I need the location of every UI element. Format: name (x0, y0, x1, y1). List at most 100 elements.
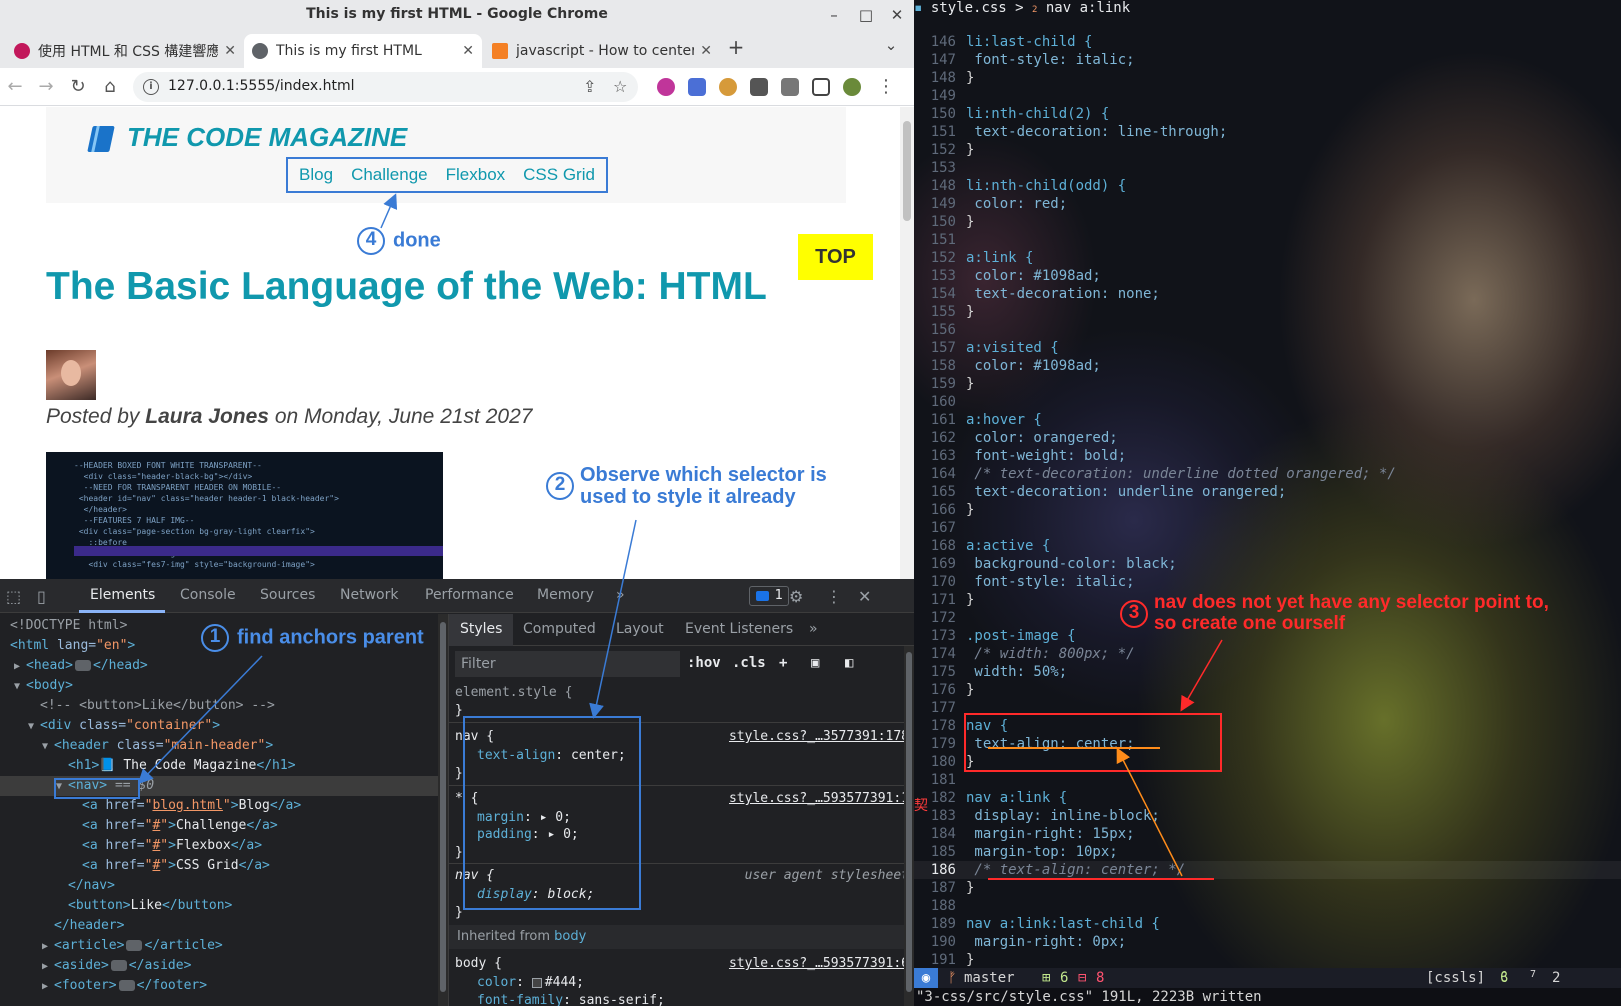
code-line[interactable]: 188 (914, 897, 1621, 915)
styles-filter-input[interactable]: Filter (455, 651, 680, 677)
dom-anchor[interactable]: <a href="#">Challenge</a> (0, 816, 446, 836)
code-line[interactable]: 187} (914, 879, 1621, 897)
dom-anchor[interactable]: <a href="blog.html">Blog</a> (0, 796, 446, 816)
git-branch[interactable]: master (964, 968, 1015, 988)
element-style-rule[interactable]: element.style { (449, 684, 914, 702)
code-line[interactable]: 152} (914, 141, 1621, 159)
code-line[interactable]: 160 (914, 393, 1621, 411)
dom-container[interactable]: ▼ <div class="container"> (0, 716, 446, 736)
tab-stackoverflow[interactable]: javascript - How to center ✕ (484, 34, 720, 68)
code-line[interactable]: 153 (914, 159, 1621, 177)
code-line[interactable]: 155} (914, 303, 1621, 321)
tab-search-icon[interactable]: ⌄ (880, 34, 902, 56)
code-line[interactable]: 175 width: 50%; (914, 663, 1621, 681)
code-line[interactable]: 168 a:active { (914, 537, 1621, 555)
color-swatch[interactable] (531, 977, 542, 988)
rule-source-link[interactable]: style.css?_…593577391:1 (729, 790, 909, 808)
close-window-button[interactable]: ✕ (886, 4, 908, 26)
code-line[interactable]: 152 a:link { (914, 249, 1621, 267)
scrollbar-thumb[interactable] (440, 622, 446, 992)
code-line[interactable]: 182 nav a:link { (914, 789, 1621, 807)
code-line[interactable]: 167 (914, 519, 1621, 537)
dom-anchor[interactable]: <a href="#">CSS Grid</a> (0, 856, 446, 876)
class-toggle[interactable]: .cls (732, 655, 766, 671)
code-line[interactable]: 153 color: #1098ad; (914, 267, 1621, 285)
dom-header-close[interactable]: </header> (0, 916, 446, 936)
dom-h1[interactable]: <h1>📘 The Code Magazine</h1> (0, 756, 446, 776)
tab-html-css-course[interactable]: 使用 HTML 和 CSS 構建響應 ✕ (6, 34, 244, 68)
subtab-computed[interactable]: Computed (523, 621, 596, 637)
breadcrumb-file[interactable]: style.css (931, 0, 1007, 16)
rule-body-selector[interactable]: body {style.css?_…593577391:6 (449, 955, 914, 973)
scrollbar-thumb[interactable] (906, 652, 912, 992)
reload-button[interactable]: ↻ (67, 76, 89, 98)
code-line[interactable]: 174 /* width: 800px; */ (914, 645, 1621, 663)
tab-first-html[interactable]: This is my first HTML ✕ (244, 34, 482, 68)
extension-r-icon[interactable] (657, 78, 675, 96)
dom-nav-close[interactable]: </nav> (0, 876, 446, 896)
maximize-button[interactable]: □ (855, 4, 877, 26)
forward-button[interactable]: → (35, 76, 57, 98)
rule-body-color[interactable]: color: #444; (449, 974, 914, 992)
code-line[interactable]: 181 (914, 771, 1621, 789)
code-line[interactable]: 150} (914, 213, 1621, 231)
breadcrumb-symbol[interactable]: nav a:link (1037, 0, 1130, 16)
tab-performance[interactable]: Performance (425, 587, 514, 603)
elements-scrollbar[interactable] (438, 614, 448, 1006)
dom-footer[interactable]: ▶ <footer> </footer> (0, 976, 446, 996)
address-bar[interactable]: i 127.0.0.1:5555/index.html ⇪ ☆ (133, 72, 638, 102)
kebab-menu-icon[interactable]: ⋮ (826, 587, 842, 606)
code-line[interactable]: 159} (914, 375, 1621, 393)
more-subtabs-icon[interactable]: » (809, 621, 818, 637)
home-button[interactable]: ⌂ (99, 76, 121, 98)
code-line[interactable]: 150 li:nth-child(2) { (914, 105, 1621, 123)
page-scrollbar[interactable] (900, 107, 914, 579)
code-line[interactable]: 183 display: inline-block; (914, 807, 1621, 825)
code-line[interactable]: 149 color: red; (914, 195, 1621, 213)
code-line[interactable]: 164 /* text-decoration: underline dotted… (914, 465, 1621, 483)
nav-link-flexbox[interactable]: Flexbox (446, 165, 506, 185)
tab-console[interactable]: Console (180, 587, 236, 603)
tab-memory[interactable]: Memory (537, 587, 594, 603)
tab-elements[interactable]: Elements (90, 587, 155, 603)
chrome-menu-icon[interactable]: ⋮ (875, 76, 897, 98)
code-line[interactable]: 163 font-weight: bold; (914, 447, 1621, 465)
close-devtools-icon[interactable]: ✕ (858, 587, 871, 606)
issues-badge[interactable]: 1 (749, 586, 789, 606)
code-line[interactable]: 151 (914, 231, 1621, 249)
profile-avatar[interactable] (843, 78, 861, 96)
nav-link-challenge[interactable]: Challenge (351, 165, 428, 185)
code-line[interactable]: 169 background-color: black; (914, 555, 1621, 573)
code-line[interactable]: 170 font-style: italic; (914, 573, 1621, 591)
share-icon[interactable]: ⇪ (583, 77, 596, 96)
nav-link-css-grid[interactable]: CSS Grid (523, 165, 595, 185)
inspect-element-icon[interactable]: ⬚ (6, 587, 21, 606)
rule-source-link[interactable]: style.css?_…593577391:6 (729, 955, 909, 973)
dom-head[interactable]: ▶ <head> </head> (0, 656, 446, 676)
code-line[interactable]: 190 margin-right: 0px; (914, 933, 1621, 951)
dom-body[interactable]: ▼ <body> (0, 676, 446, 696)
minimize-button[interactable]: – (823, 4, 845, 26)
code-line[interactable]: 148 li:nth-child(odd) { (914, 177, 1621, 195)
dom-comment[interactable]: <!-- <button>Like</button> --> (0, 696, 446, 716)
code-line[interactable]: 191} (914, 951, 1621, 969)
tab-close-icon[interactable]: ✕ (462, 43, 474, 59)
paint-brush-icon[interactable]: ▣ (811, 655, 819, 671)
code-line[interactable]: 156 (914, 321, 1621, 339)
dom-button[interactable]: <button>Like</button> (0, 896, 446, 916)
back-button[interactable]: ← (4, 76, 26, 98)
code-line[interactable]: 186 /* text-align: center; */ (914, 861, 1621, 879)
dom-article[interactable]: ▶ <article> </article> (0, 936, 446, 956)
tab-sources[interactable]: Sources (260, 587, 315, 603)
nav-link-blog[interactable]: Blog (299, 165, 333, 185)
rule-source-link[interactable]: style.css?_…3577391:178 (729, 728, 909, 746)
code-line[interactable]: 166} (914, 501, 1621, 519)
subtab-event-listeners[interactable]: Event Listeners (685, 621, 793, 637)
code-line[interactable]: 176} (914, 681, 1621, 699)
code-line[interactable]: 146 li:last-child { (914, 33, 1621, 51)
code-line[interactable]: 162 color: orangered; (914, 429, 1621, 447)
site-info-icon[interactable]: i (143, 79, 159, 95)
side-panel-icon[interactable] (812, 78, 830, 96)
code-line[interactable]: 147 font-style: italic; (914, 51, 1621, 69)
code-line[interactable]: 157 a:visited { (914, 339, 1621, 357)
